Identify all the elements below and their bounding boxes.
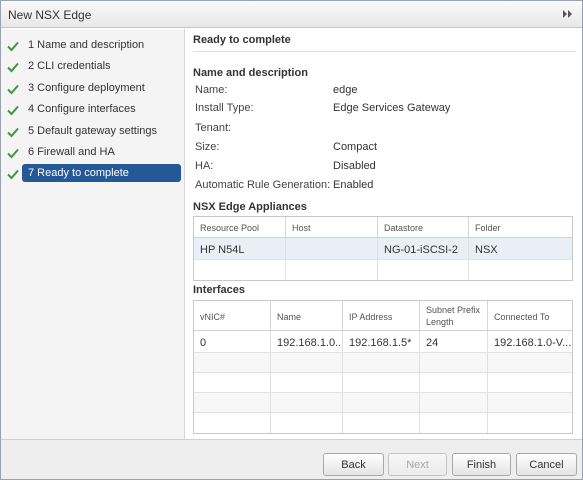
- main-content: Ready to complete Name and description N…: [186, 29, 582, 439]
- step-name-and-description[interactable]: 1 Name and description: [1, 36, 185, 55]
- interfaces-header-row: vNIC# Name IP Address Subnet Prefix Leng…: [194, 301, 572, 331]
- title-bar: New NSX Edge: [1, 1, 582, 28]
- install-type-label: Install Type:: [195, 102, 254, 114]
- auto-rule-value: Enabled: [333, 179, 374, 191]
- name-section-heading: Name and description: [193, 67, 308, 79]
- size-value: Compact: [333, 141, 378, 153]
- column-header[interactable]: Host: [286, 217, 378, 237]
- appliances-heading: NSX Edge Appliances: [193, 201, 307, 213]
- check-icon: [7, 169, 19, 180]
- appliances-header-row: Resource Pool Host Datastore Folder: [194, 217, 572, 238]
- step-firewall-and-ha[interactable]: 6 Firewall and HA: [1, 143, 185, 162]
- table-row[interactable]: 0 192.168.1.0... 192.168.1.5* 24 192.168…: [194, 331, 572, 353]
- step-configure-deployment[interactable]: 3 Configure deployment: [1, 79, 185, 98]
- step-label: 6 Firewall and HA: [28, 146, 115, 158]
- back-button[interactable]: Back: [323, 453, 384, 476]
- table-row[interactable]: HP N54L NG-01-iSCSI-2 NSX: [194, 238, 572, 260]
- table-row: [194, 353, 572, 373]
- tenant-label: Tenant:: [195, 122, 232, 134]
- table-row: [194, 393, 572, 413]
- next-button[interactable]: Next: [388, 453, 447, 476]
- new-nsx-edge-dialog: New NSX Edge 1 Name and description 2 CL…: [0, 0, 583, 480]
- step-label: 7 Ready to complete: [28, 167, 129, 179]
- size-label: Size:: [195, 141, 220, 153]
- step-label: 4 Configure interfaces: [28, 103, 136, 115]
- step-default-gateway-settings[interactable]: 5 Default gateway settings: [1, 122, 185, 141]
- column-header[interactable]: Resource Pool: [194, 217, 286, 237]
- host-cell: [286, 238, 378, 259]
- table-row: [194, 260, 572, 280]
- table-row: [194, 413, 572, 433]
- step-label: 1 Name and description: [28, 39, 145, 51]
- name-value: edge: [333, 84, 358, 96]
- step-ready-to-complete[interactable]: 7 Ready to complete: [1, 164, 185, 183]
- column-header[interactable]: Subnet Prefix Length: [420, 301, 488, 330]
- table-row: [194, 373, 572, 393]
- resource-pool-cell: HP N54L: [194, 238, 286, 259]
- name-label: Name:: [195, 84, 228, 96]
- auto-rule-label: Automatic Rule Generation:: [195, 179, 331, 191]
- column-header[interactable]: vNIC#: [194, 301, 271, 330]
- datastore-cell: NG-01-iSCSI-2: [378, 238, 469, 259]
- expand-icon[interactable]: [560, 7, 574, 21]
- finish-button[interactable]: Finish: [452, 453, 511, 476]
- column-header[interactable]: Name: [271, 301, 343, 330]
- appliances-table: Resource Pool Host Datastore Folder HP N…: [193, 216, 573, 281]
- title-divider: [193, 51, 576, 52]
- step-label: 3 Configure deployment: [28, 82, 145, 94]
- step-label: 2 CLI credentials: [28, 60, 111, 72]
- interfaces-heading: Interfaces: [193, 284, 245, 296]
- column-header[interactable]: Folder: [469, 217, 572, 237]
- check-icon: [7, 84, 19, 95]
- step-label: 5 Default gateway settings: [28, 125, 158, 137]
- ip-address-cell: 192.168.1.5*: [343, 331, 420, 352]
- column-header[interactable]: IP Address: [343, 301, 420, 330]
- interfaces-table: vNIC# Name IP Address Subnet Prefix Leng…: [193, 300, 573, 434]
- cancel-button[interactable]: Cancel: [516, 453, 577, 476]
- column-header[interactable]: Datastore: [378, 217, 469, 237]
- column-header[interactable]: Connected To: [488, 301, 572, 330]
- dialog-footer: Back Next Finish Cancel: [1, 439, 582, 479]
- dialog-title: New NSX Edge: [8, 8, 92, 22]
- check-icon: [7, 105, 19, 116]
- name-cell: 192.168.1.0...: [271, 331, 343, 352]
- check-icon: [7, 62, 19, 73]
- vnic-cell: 0: [194, 331, 271, 352]
- connected-to-cell: 192.168.1.0-V...: [494, 337, 572, 349]
- install-type-value: Edge Services Gateway: [333, 102, 451, 114]
- folder-cell: NSX: [475, 244, 498, 256]
- step-configure-interfaces[interactable]: 4 Configure interfaces: [1, 100, 185, 119]
- check-icon: [7, 41, 19, 52]
- ha-value: Disabled: [333, 160, 376, 172]
- subnet-prefix-cell: 24: [420, 331, 488, 352]
- page-title: Ready to complete: [193, 34, 291, 46]
- step-cli-credentials[interactable]: 2 CLI credentials: [1, 57, 185, 76]
- ha-label: HA:: [195, 160, 214, 172]
- wizard-steps: 1 Name and description 2 CLI credentials…: [1, 29, 185, 439]
- check-icon: [7, 148, 19, 159]
- check-icon: [7, 127, 19, 138]
